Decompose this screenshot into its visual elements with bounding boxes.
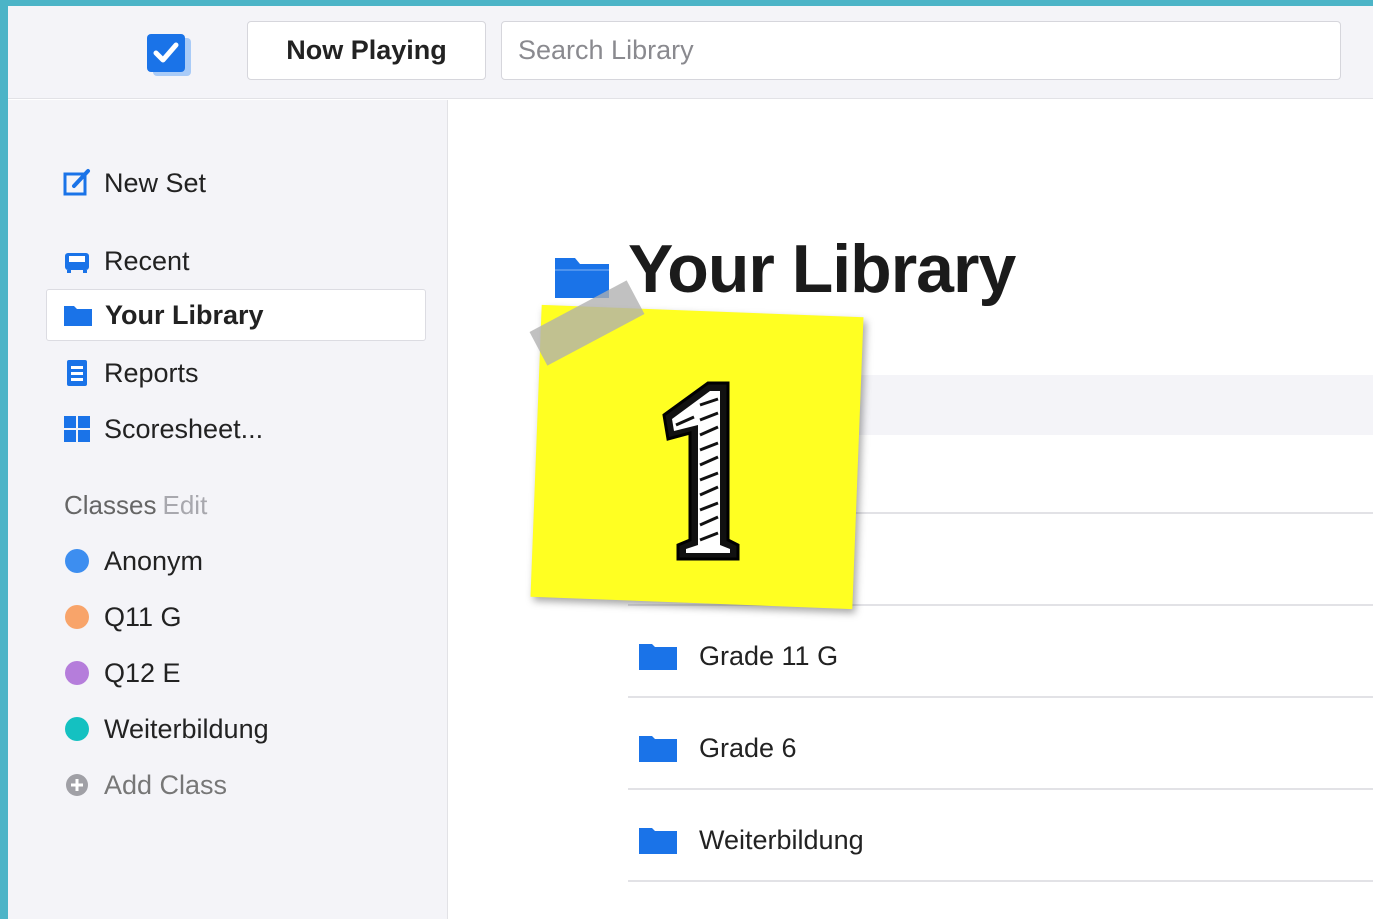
folder-icon — [638, 641, 678, 671]
reports-icon — [62, 358, 92, 388]
sidebar: New Set Recent Your Library Reports Scor… — [8, 100, 448, 919]
sidebar-item-scoresheet[interactable]: Scoresheet... — [46, 403, 426, 455]
folder-icon — [638, 733, 678, 763]
row-divider — [628, 880, 1373, 882]
sidebar-class-anonym[interactable]: Anonym — [46, 535, 426, 587]
classes-edit-link[interactable]: Edit — [162, 490, 207, 520]
folder-icon — [63, 300, 93, 330]
search-library-input[interactable] — [501, 21, 1341, 80]
sidebar-item-label: Your Library — [105, 299, 264, 330]
sidebar-item-label: New Set — [104, 167, 207, 198]
now-playing-button[interactable]: Now Playing — [247, 21, 486, 80]
row-divider — [628, 696, 1373, 698]
class-color-dot — [62, 546, 92, 576]
sidebar-item-label: Q11 G — [104, 601, 182, 632]
row-divider — [628, 788, 1373, 790]
sidebar-item-recent[interactable]: Recent — [46, 235, 426, 287]
page-title: Your Library — [628, 231, 1016, 307]
sidebar-item-label: Anonym — [104, 545, 204, 576]
classes-label: Classes — [64, 490, 157, 520]
folder-icon — [638, 825, 678, 855]
folder-row[interactable]: Grade 11 G — [628, 626, 1373, 686]
folder-name: Grade 6 — [699, 732, 797, 763]
sidebar-item-label: Q12 E — [104, 657, 181, 688]
folder-row[interactable]: Grade 6 — [628, 718, 1373, 778]
sidebar-class-weiterbildung[interactable]: Weiterbildung — [46, 703, 426, 755]
sidebar-class-q12-e[interactable]: Q12 E — [46, 647, 426, 699]
sidebar-item-label: Reports — [104, 357, 199, 388]
sidebar-item-reports[interactable]: Reports — [46, 347, 426, 399]
sidebar-item-label: Recent — [104, 245, 190, 276]
sidebar-item-label: Scoresheet... — [104, 413, 264, 444]
top-bar: Now Playing — [8, 6, 1373, 99]
sidebar-item-label: Add Class — [104, 769, 228, 800]
sidebar-item-new-set[interactable]: New Set — [46, 157, 426, 209]
folder-name: Weiterbildung — [699, 824, 864, 855]
class-color-dot — [62, 602, 92, 632]
classes-section-header: Classes Edit — [64, 490, 207, 521]
class-color-dot — [62, 658, 92, 688]
sidebar-item-your-library[interactable]: Your Library — [46, 289, 426, 341]
new-set-icon — [62, 168, 92, 198]
recent-icon — [62, 246, 92, 276]
scoresheet-grid-icon — [62, 414, 92, 444]
app-logo-icon[interactable] — [145, 32, 195, 82]
sidebar-item-label: Weiterbildung — [104, 713, 269, 744]
class-color-dot — [62, 714, 92, 744]
plus-circle-icon — [62, 770, 92, 800]
sidebar-class-q11-g[interactable]: Q11 G — [46, 591, 426, 643]
add-class-button[interactable]: Add Class — [46, 759, 426, 811]
folder-row[interactable]: Weiterbildung — [628, 810, 1373, 870]
number-one-sticker-graphic — [650, 375, 740, 565]
folder-name: Grade 11 G — [699, 640, 839, 671]
